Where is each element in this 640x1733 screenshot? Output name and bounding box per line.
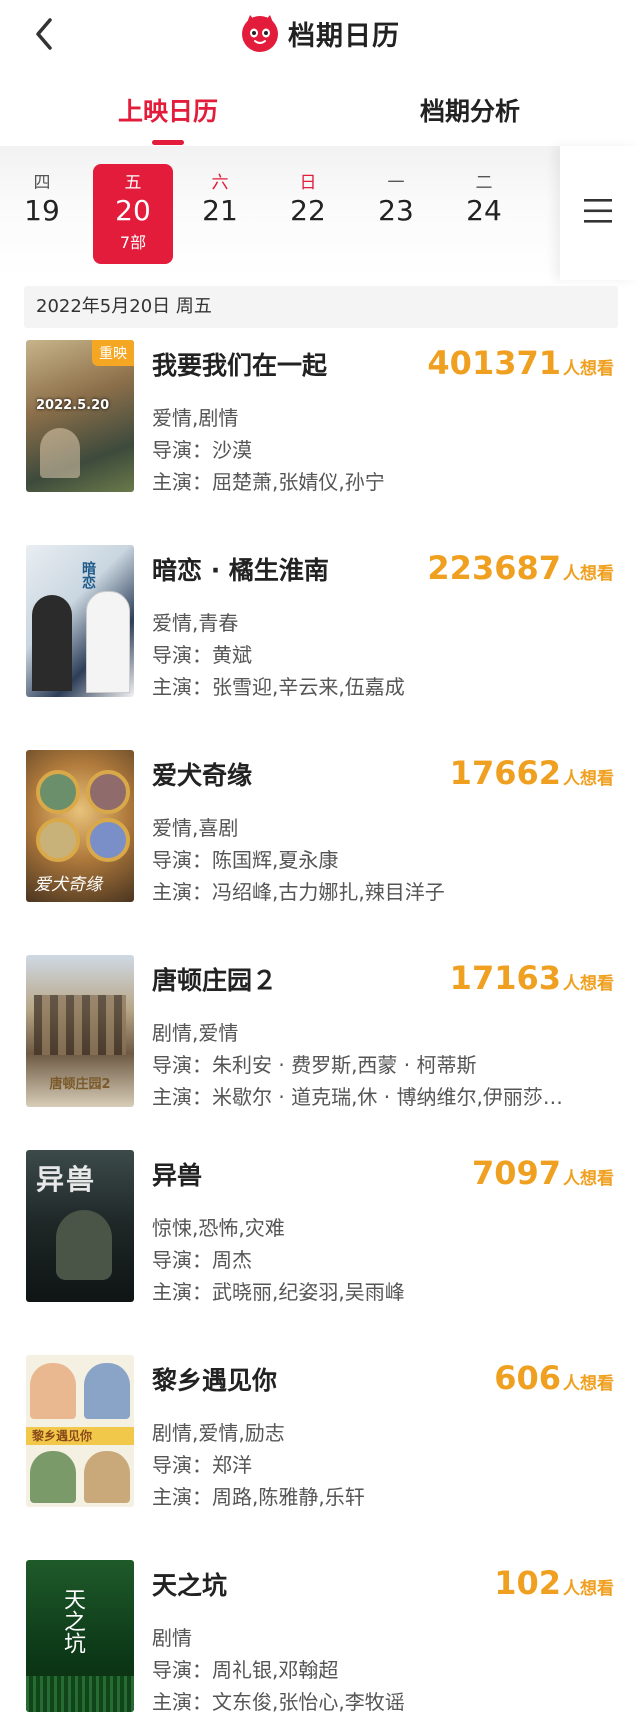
want-to-see-count: 223687 人想看 <box>427 549 614 587</box>
day-20-selected[interactable]: 五 20 7部 <box>93 164 173 264</box>
day-date: 22 <box>290 194 326 227</box>
movie-poster[interactable]: 天之坑 <box>26 1560 134 1712</box>
movie-item[interactable]: 暗恋 暗恋 · 橘生淮南 223687 人想看 爱情,青春 导演：黄斌 主演：张雪… <box>0 545 640 705</box>
day-19[interactable]: 四 19 <box>2 164 82 264</box>
movie-director: 导演：陈国辉,夏永康 <box>152 848 339 872</box>
day-22[interactable]: 日 22 <box>268 164 348 264</box>
movie-title: 爱犬奇缘 <box>152 761 253 790</box>
want-to-see-count: 606 人想看 <box>494 1359 614 1397</box>
day-weekday: 四 <box>33 173 51 193</box>
want-to-see-count: 401371 人想看 <box>427 344 614 382</box>
poster-text: 2022.5.20 <box>36 398 110 413</box>
movie-director: 导演：黄斌 <box>152 643 252 667</box>
day-24[interactable]: 二 24 <box>444 164 524 264</box>
movie-item[interactable]: 异兽 异兽 7097 人想看 惊悚,恐怖,灾难 导演：周杰 主演：武晓丽,纪姿羽,… <box>0 1150 640 1310</box>
active-tab-indicator <box>152 140 184 145</box>
want-to-see-count: 102 人想看 <box>494 1564 614 1602</box>
day-weekday: 二 <box>475 173 493 193</box>
tab-schedule-analysis[interactable]: 档期分析 <box>420 92 520 128</box>
poster-text: 天之坑 <box>60 1588 85 1654</box>
day-21[interactable]: 六 21 <box>180 164 260 264</box>
poster-text: 黎乡遇见你 <box>32 1429 93 1443</box>
day-weekday: 六 <box>211 173 229 193</box>
want-to-see-count: 17662 人想看 <box>449 754 614 792</box>
movie-cast: 主演：米歇尔 · 道克瑞,休 · 博纳维尔,伊丽莎… <box>152 1085 563 1109</box>
current-date-header: 2022年5月20日 周五 <box>24 286 618 328</box>
movie-director: 导演：沙漠 <box>152 438 252 462</box>
movie-title: 暗恋 · 橘生淮南 <box>152 556 329 585</box>
day-23[interactable]: 一 23 <box>356 164 436 264</box>
poster-text: 爱犬奇缘 <box>34 875 102 895</box>
movie-cast: 主演：文东俊,张怡心,李牧谣 <box>152 1690 405 1714</box>
movie-item[interactable]: 爱犬奇缘 爱犬奇缘 17662 人想看 爱情,喜剧 导演：陈国辉,夏永康 主演：冯… <box>0 750 640 910</box>
day-weekday: 日 <box>299 173 317 193</box>
movie-cast: 主演：屈楚萧,张婧仪,孙宁 <box>152 470 385 494</box>
movie-item[interactable]: 唐顿庄园2 唐顿庄园２ 17163 人想看 剧情,爱情 导演：朱利安 · 费罗斯,… <box>0 955 640 1115</box>
movie-poster[interactable]: 2022.5.20 重映 <box>26 340 134 492</box>
want-to-see-count: 7097 人想看 <box>471 1154 614 1192</box>
movie-poster[interactable]: 暗恋 <box>26 545 134 697</box>
rerelease-badge: 重映 <box>92 340 134 366</box>
movie-poster[interactable]: 爱犬奇缘 <box>26 750 134 902</box>
day-date: 19 <box>24 194 60 227</box>
day-date: 24 <box>466 194 502 227</box>
tab-release-calendar[interactable]: 上映日历 <box>118 92 218 128</box>
menu-icon <box>584 199 612 223</box>
want-to-see-count: 17163 人想看 <box>449 959 614 997</box>
movie-cast: 主演：张雪迎,辛云来,伍嘉成 <box>152 675 405 699</box>
movie-director: 导演：郑洋 <box>152 1453 252 1477</box>
poster-text: 暗恋 <box>80 561 96 589</box>
movie-title: 天之坑 <box>152 1571 228 1600</box>
movie-genres: 爱情,喜剧 <box>152 816 239 840</box>
movie-poster[interactable]: 黎乡遇见你 <box>26 1355 134 1507</box>
day-date: 23 <box>378 194 414 227</box>
poster-text: 异兽 <box>36 1163 97 1196</box>
calendar-menu-button[interactable] <box>560 146 640 280</box>
movie-poster[interactable]: 异兽 <box>26 1150 134 1302</box>
movie-genres: 爱情,剧情 <box>152 406 239 430</box>
date-selector: 四 19 五 20 7部 六 21 日 22 一 23 二 24 <box>0 146 640 280</box>
movie-cast: 主演：武晓丽,纪姿羽,吴雨峰 <box>152 1280 405 1304</box>
day-date: 20 <box>115 194 151 227</box>
movie-genres: 惊悚,恐怖,灾难 <box>152 1216 285 1240</box>
poster-text: 唐顿庄园2 <box>49 1077 111 1092</box>
day-weekday: 五 <box>124 173 142 193</box>
day-weekday: 一 <box>387 173 405 193</box>
movie-genres: 爱情,青春 <box>152 611 239 635</box>
cat-logo-icon <box>242 15 278 52</box>
movie-genres: 剧情,爱情,励志 <box>152 1421 285 1445</box>
top-bar: 档期日历 <box>0 0 640 66</box>
movie-director: 导演：周杰 <box>152 1248 252 1272</box>
movie-genres: 剧情,爱情 <box>152 1021 239 1045</box>
movie-item[interactable]: 黎乡遇见你 黎乡遇见你 606 人想看 剧情,爱情,励志 导演：郑洋 主演：周路,… <box>0 1355 640 1515</box>
movie-item[interactable]: 天之坑 天之坑 102 人想看 剧情 导演：周礼银,邓翰超 主演：文东俊,张怡心,… <box>0 1560 640 1720</box>
movie-genres: 剧情 <box>152 1626 192 1650</box>
page-title: 档期日历 <box>288 20 400 52</box>
day-movie-count: 7部 <box>119 233 147 252</box>
movie-director: 导演：周礼银,邓翰超 <box>152 1658 339 1682</box>
movie-director: 导演：朱利安 · 费罗斯,西蒙 · 柯蒂斯 <box>152 1053 477 1077</box>
tab-bar: 上映日历 档期分析 <box>0 84 640 146</box>
movie-title: 黎乡遇见你 <box>152 1366 278 1395</box>
movie-item[interactable]: 2022.5.20 重映 我要我们在一起 401371 人想看 爱情,剧情 导演：… <box>0 340 640 500</box>
movie-cast: 主演：周路,陈雅静,乐轩 <box>152 1485 365 1509</box>
movie-title: 我要我们在一起 <box>152 351 328 380</box>
movie-cast: 主演：冯绍峰,古力娜扎,辣目洋子 <box>152 880 445 904</box>
day-date: 21 <box>202 194 238 227</box>
movie-poster[interactable]: 唐顿庄园2 <box>26 955 134 1107</box>
movie-title: 异兽 <box>152 1161 203 1190</box>
movie-title: 唐顿庄园２ <box>152 966 278 995</box>
